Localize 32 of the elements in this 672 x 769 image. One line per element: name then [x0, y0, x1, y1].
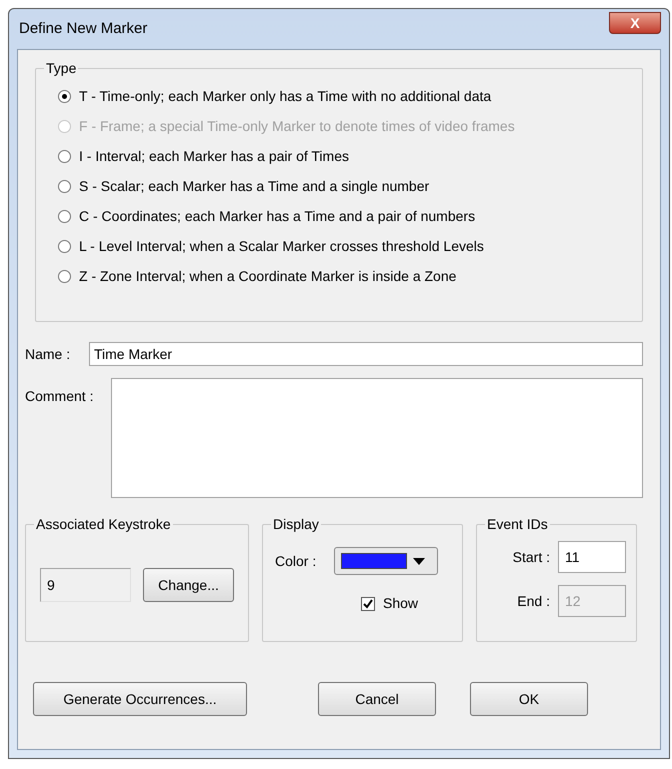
dropdown-arrow-icon — [413, 558, 426, 564]
color-label: Color : — [275, 552, 316, 570]
keystroke-field: 9 — [40, 568, 132, 602]
name-label: Name : — [25, 344, 72, 364]
check-icon — [363, 598, 373, 608]
radio-button[interactable] — [58, 150, 71, 162]
comment-label: Comment : — [25, 387, 94, 406]
radio-label: I - Interval; each Marker has a pair of Times — [79, 146, 349, 166]
color-dropdown[interactable] — [334, 547, 438, 575]
show-checkbox[interactable] — [361, 596, 375, 610]
radio-label: L - Level Interval; when a Scalar Marker crosses threshold Levels — [79, 236, 484, 256]
start-field[interactable]: 11 — [558, 541, 626, 573]
end-label: End : — [517, 592, 550, 610]
window-title: Define New Marker — [19, 18, 148, 39]
generate-occurrences-button[interactable]: Generate Occurrences... — [33, 682, 247, 716]
radio-button[interactable] — [58, 90, 71, 102]
cancel-button[interactable]: Cancel — [318, 682, 436, 716]
comment-field[interactable] — [111, 378, 643, 498]
radio-button[interactable] — [58, 240, 71, 252]
start-label: Start : — [512, 548, 550, 566]
name-field[interactable]: Time Marker — [89, 342, 643, 366]
change-button[interactable]: Change... — [143, 568, 234, 602]
show-label: Show — [383, 594, 418, 613]
radio-label: Z - Zone Interval; when a Coordinate Marker is inside a Zone — [79, 266, 456, 286]
radio-label: F - Frame; a special Time-only Marker to denote times of video frames — [79, 116, 515, 136]
radio-label: C - Coordinates; each Marker has a Time and a pair of numbers — [79, 206, 476, 226]
radio-button[interactable] — [58, 210, 71, 222]
radio-label: T - Time-only; each Marker only has a Time with no additional data — [79, 86, 492, 106]
radio-label: S - Scalar; each Marker has a Time and a single number — [79, 176, 430, 196]
radio-button[interactable] — [58, 180, 71, 192]
radio-button[interactable] — [58, 270, 71, 282]
ok-button[interactable]: OK — [470, 682, 588, 716]
